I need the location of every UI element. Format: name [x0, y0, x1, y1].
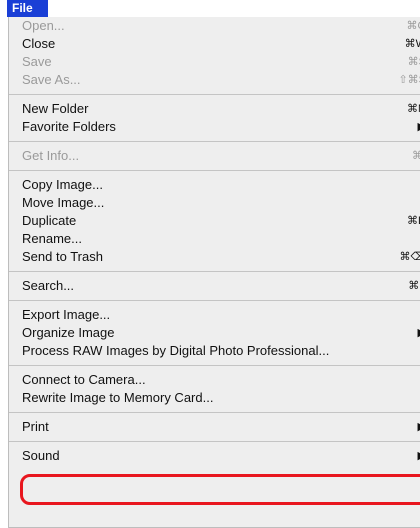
menu-item-move-image[interactable]: Move Image...	[9, 194, 420, 212]
file-menu-title[interactable]: File	[7, 0, 48, 17]
shortcut-label: ⇧⌘S	[398, 74, 420, 86]
menu-separator	[9, 441, 420, 442]
shortcut-label: ⌘W	[404, 38, 420, 50]
menu-section: Export Image... Organize Image▶Process RA…	[9, 306, 420, 360]
menu-separator	[9, 271, 420, 272]
menu-item-close[interactable]: Close ⌘W	[9, 35, 420, 53]
menu-item-send-to-trash[interactable]: Send to Trash ⌘⌫	[9, 248, 420, 266]
menu-item-label: Save As...	[22, 72, 81, 87]
shortcut-label: ⌘S	[407, 56, 420, 68]
menu-item-label: Duplicate	[22, 213, 77, 228]
menu-separator	[9, 94, 420, 95]
menu-section: New Folder ⌘N Favorite Folders▶	[9, 100, 420, 136]
menu-item-print[interactable]: Print▶	[9, 418, 420, 436]
menu-item-label: Copy Image...	[22, 177, 103, 192]
menu-separator	[9, 412, 420, 413]
shortcut-label: ⌘⌫	[399, 251, 420, 263]
menu-item-label: Get Info...	[22, 148, 80, 163]
menu-item-label: Search...	[22, 278, 75, 293]
menu-section: Open... ⌘O Close ⌘W Save ⌘S Save As... ⇧⌘S	[9, 17, 420, 89]
shortcut-label: ⌘I	[412, 147, 420, 165]
menu-section: Connect to Camera... Rewrite Image to Mem…	[9, 371, 420, 407]
menu-item-label: Save	[22, 54, 52, 69]
menu-separator	[9, 170, 420, 171]
menu-item-duplicate[interactable]: Duplicate ⌘D	[9, 212, 420, 230]
menu-item-organize-image[interactable]: Organize Image▶	[9, 324, 420, 342]
menu-separator	[9, 141, 420, 142]
menu-section: Get Info... ⌘I	[9, 147, 420, 165]
shortcut-label: ⌘O	[406, 20, 420, 32]
menu-separator	[9, 300, 420, 301]
shortcut-label: ⌘N	[407, 103, 420, 115]
file-menu-screenshot: File Open... ⌘O Close ⌘W Save ⌘S Save As... ⇧⌘S…	[0, 0, 420, 528]
menu-item-label: Organize Image	[22, 325, 115, 340]
menu-separator	[9, 365, 420, 366]
menu-item-search[interactable]: Search... ⌘F	[9, 277, 420, 295]
menu-item-label: New Folder	[22, 101, 89, 116]
menu-item-label: Sound	[22, 448, 60, 463]
menu-item-label: Send to Trash	[22, 249, 103, 264]
menu-item-open: Open... ⌘O	[9, 17, 420, 35]
menu-item-copy-image[interactable]: Copy Image...	[9, 176, 420, 194]
menu-item-label: Rewrite Image to Memory Card...	[22, 390, 214, 405]
menu-item-label: Favorite Folders	[22, 119, 116, 134]
menu-item-process-raw-images-by-digital-photo-professional[interactable]: Process RAW Images by Digital Photo Prof…	[9, 342, 420, 360]
menu-item-label: Print	[22, 419, 49, 434]
menu-section: Print▶	[9, 418, 420, 436]
menu-item-favorite-folders[interactable]: Favorite Folders▶	[9, 118, 420, 136]
menu-item-export-image[interactable]: Export Image...	[9, 306, 420, 324]
menu-item-new-folder[interactable]: New Folder ⌘N	[9, 100, 420, 118]
menu-item-save: Save ⌘S	[9, 53, 420, 71]
menu-section: Copy Image... Move Image... Duplicate ⌘D Ren…	[9, 176, 420, 266]
menu-item-sound[interactable]: Sound▶	[9, 447, 420, 465]
menu-item-rewrite-image-to-memory-card[interactable]: Rewrite Image to Memory Card...	[9, 389, 420, 407]
menu-item-label: Process RAW Images by Digital Photo Prof…	[22, 343, 330, 358]
shortcut-label: ⌘D	[407, 215, 420, 227]
menubar: File	[0, 0, 420, 17]
menu-item-save-as: Save As... ⇧⌘S	[9, 71, 420, 89]
menu-item-label: Close	[22, 36, 56, 51]
menu-item-get-info: Get Info... ⌘I	[9, 147, 420, 165]
menu-item-rename[interactable]: Rename...	[9, 230, 420, 248]
menu-section: Sound▶	[9, 447, 420, 465]
menu-item-connect-to-camera[interactable]: Connect to Camera...	[9, 371, 420, 389]
menu-item-label: Export Image...	[22, 307, 111, 322]
menu-item-label: Connect to Camera...	[22, 372, 146, 387]
shortcut-label: ⌘F	[408, 280, 420, 292]
menu-item-label: Open...	[22, 18, 65, 33]
menu-item-label: Rename...	[22, 231, 82, 246]
menu-section: Search... ⌘F	[9, 277, 420, 295]
file-dropdown-menu: Open... ⌘O Close ⌘W Save ⌘S Save As... ⇧⌘S New F…	[8, 17, 420, 528]
menu-item-label: Move Image...	[22, 195, 105, 210]
